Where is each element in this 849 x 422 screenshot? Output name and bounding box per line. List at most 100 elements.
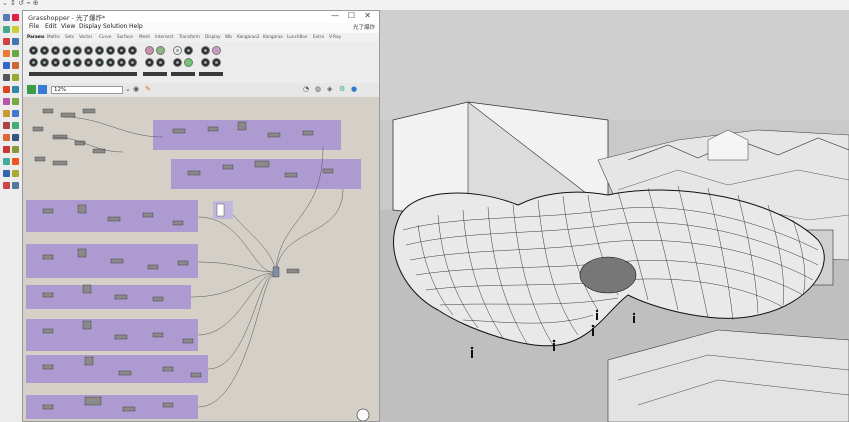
tool-arc-icon[interactable] [12, 38, 19, 45]
tool-layer-icon[interactable] [12, 170, 19, 177]
brush-icon[interactable]: ✎ [145, 85, 151, 93]
tab-vray[interactable]: V-Ray [329, 34, 341, 39]
tab-params[interactable]: Params [27, 34, 45, 39]
tool-dimension-icon[interactable] [12, 86, 19, 93]
save-icon[interactable] [27, 85, 36, 94]
tool-render-icon[interactable] [12, 158, 19, 165]
chevron-down-icon[interactable]: ⌄ [125, 85, 131, 93]
tool-line-icon[interactable] [3, 26, 10, 33]
component-button[interactable] [95, 58, 104, 67]
component-button[interactable] [145, 58, 154, 67]
tab-kangaroo2[interactable]: Kangaroo2 [237, 34, 260, 39]
tool-trim-icon[interactable] [3, 134, 10, 141]
component-button[interactable] [40, 46, 49, 55]
rhino-viewport[interactable] [378, 10, 849, 422]
tool-loft-icon[interactable] [12, 110, 19, 117]
component-button[interactable] [106, 58, 115, 67]
ribbon-group-primitive[interactable] [143, 72, 167, 76]
component-button[interactable] [73, 46, 82, 55]
component-button[interactable] [156, 46, 165, 55]
settings-icon[interactable]: ⚙ [339, 85, 345, 93]
tool-grid-icon[interactable] [12, 182, 19, 189]
minimize-button[interactable]: — [331, 11, 339, 20]
tool-text-icon[interactable] [3, 98, 10, 105]
tab-maths[interactable]: Maths [47, 34, 60, 39]
ribbon-group-geometry[interactable] [29, 72, 137, 76]
component-button[interactable] [128, 58, 137, 67]
tab-sets[interactable]: Sets [65, 34, 74, 39]
tab-wb[interactable]: Wb [225, 34, 232, 39]
menu-edit[interactable]: Edit [45, 23, 57, 30]
tool-mesh-icon[interactable] [3, 74, 10, 81]
tool-curve-icon[interactable] [12, 26, 19, 33]
component-button[interactable] [128, 46, 137, 55]
tool-surface-icon[interactable] [3, 62, 10, 69]
component-button[interactable] [117, 58, 126, 67]
component-button[interactable] [51, 46, 60, 55]
tab-mesh[interactable]: Mesh [139, 34, 150, 39]
component-button[interactable] [212, 58, 221, 67]
open-icon[interactable] [38, 85, 47, 94]
preview-icon[interactable]: ◍ [315, 85, 321, 93]
tool-boolean-icon[interactable] [3, 86, 10, 93]
tool-join-icon[interactable] [3, 146, 10, 153]
component-button[interactable] [145, 46, 154, 55]
component-button[interactable] [62, 46, 71, 55]
tab-intersect[interactable]: Intersect [155, 34, 174, 39]
component-button[interactable] [156, 58, 165, 67]
tab-vector[interactable]: Vector [79, 34, 92, 39]
component-button[interactable] [29, 46, 38, 55]
tool-group-icon[interactable] [3, 158, 10, 165]
component-button[interactable] [173, 58, 182, 67]
component-button[interactable] [40, 58, 49, 67]
menu-help[interactable]: Help [129, 23, 143, 30]
tool-explode-icon[interactable] [12, 146, 19, 153]
tool-split-icon[interactable] [12, 134, 19, 141]
tab-extra[interactable]: Extra [313, 34, 324, 39]
tool-point-icon[interactable] [12, 14, 19, 21]
tool-select-icon[interactable] [3, 14, 10, 21]
tool-transform-icon[interactable] [12, 74, 19, 81]
tool-rectangle-icon[interactable] [3, 50, 10, 57]
globe-icon[interactable]: ● [351, 85, 357, 93]
tool-array-icon[interactable] [12, 98, 19, 105]
menu-file[interactable]: File [29, 23, 39, 30]
tab-lunchbox[interactable]: LunchBox [287, 34, 307, 39]
component-button[interactable] [29, 58, 38, 67]
component-button[interactable] [84, 46, 93, 55]
menu-view[interactable]: View [61, 23, 75, 30]
component-button[interactable] [117, 46, 126, 55]
maximize-button[interactable]: ☐ [348, 11, 355, 20]
ribbon-group-util[interactable] [199, 72, 223, 76]
tab-kangaroo[interactable]: Kangaroo [263, 34, 283, 39]
tab-surface[interactable]: Surface [117, 34, 133, 39]
component-button[interactable] [201, 46, 210, 55]
tab-transform[interactable]: Transform [179, 34, 200, 39]
component-button[interactable] [106, 46, 115, 55]
component-button[interactable] [173, 46, 182, 55]
gh-canvas[interactable] [23, 97, 379, 421]
close-button[interactable]: ✕ [364, 11, 371, 20]
component-button[interactable] [212, 46, 221, 55]
component-button[interactable] [73, 58, 82, 67]
component-button[interactable] [201, 58, 210, 67]
menu-solution[interactable]: Solution [103, 23, 127, 30]
eye-icon[interactable]: ◉ [133, 85, 139, 93]
component-button[interactable] [84, 58, 93, 67]
component-button[interactable] [184, 58, 193, 67]
tab-display[interactable]: Display [205, 34, 220, 39]
tool-snap-icon[interactable] [3, 182, 10, 189]
tool-fillet-icon[interactable] [3, 122, 10, 129]
sphere-icon[interactable]: ◔ [303, 85, 309, 93]
tool-polygon-icon[interactable] [12, 50, 19, 57]
tab-curve[interactable]: Curve [99, 34, 111, 39]
component-button[interactable] [51, 58, 60, 67]
zoom-field[interactable]: 12% [51, 86, 123, 94]
tool-analyze-icon[interactable] [3, 170, 10, 177]
menu-display[interactable]: Display [79, 23, 101, 30]
component-button[interactable] [62, 58, 71, 67]
tool-extrude-icon[interactable] [3, 110, 10, 117]
tool-circle-icon[interactable] [3, 38, 10, 45]
component-button[interactable] [95, 46, 104, 55]
tool-solid-icon[interactable] [12, 62, 19, 69]
